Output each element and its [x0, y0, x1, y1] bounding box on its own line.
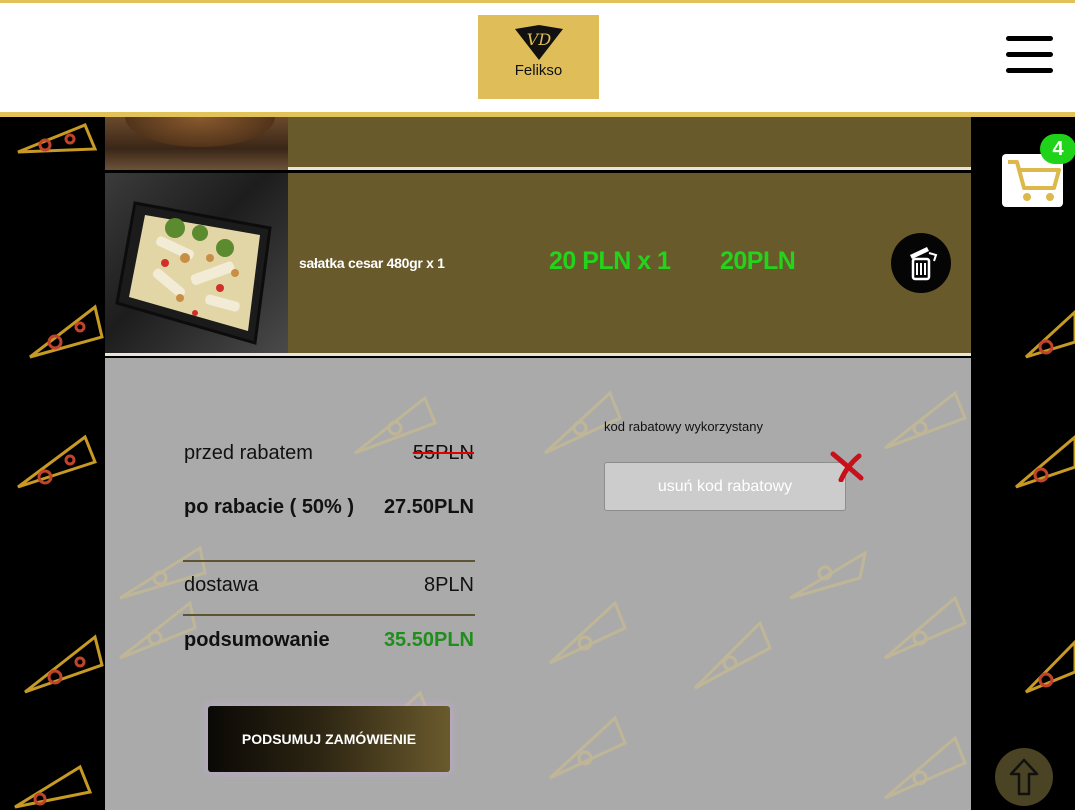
site-header: VD Felikso — [0, 0, 1075, 117]
remove-item-button[interactable] — [891, 233, 951, 293]
previous-item-photo — [105, 117, 288, 170]
item-name: sałatka cesar 480gr x 1 — [299, 255, 445, 271]
summary-divider — [183, 614, 475, 616]
hamburger-bar — [1006, 52, 1053, 57]
checkout-button[interactable]: PODSUMUJ ZAMÓWIENIE — [208, 706, 450, 772]
salad-photo-icon — [115, 201, 272, 345]
scroll-to-top-button[interactable] — [995, 748, 1053, 806]
pizza-pattern-left — [14, 123, 104, 809]
order-summary-panel: przed rabatem 55PLN po rabacie ( 50% ) 2… — [105, 358, 971, 810]
brand-logo[interactable]: VD Felikso — [478, 15, 599, 99]
total-label: podsumowanie — [184, 629, 330, 651]
delivery-label: dostawa — [184, 574, 259, 596]
hamburger-bar — [1006, 68, 1053, 73]
svg-text:VD: VD — [526, 30, 551, 49]
item-unit-price: 20 PLN x 1 — [549, 247, 671, 275]
coupon-status-label: kod rabatowy wykorzystany — [604, 419, 763, 434]
after-discount-value: 27.50PLN — [383, 496, 474, 518]
delivery-row: dostawa 8PLN — [184, 574, 474, 597]
trash-icon — [910, 247, 938, 281]
close-x-icon[interactable] — [827, 450, 865, 482]
hamburger-menu-button[interactable] — [1006, 36, 1053, 80]
after-discount-label: po rabacie ( 50% ) — [184, 496, 355, 518]
hamburger-icon — [1006, 36, 1053, 41]
order-item: sałatka cesar 480gr x 1 20 PLN x 1 20PLN — [105, 173, 971, 356]
before-discount-row: przed rabatem 55PLN — [184, 442, 474, 465]
remove-coupon-button[interactable]: usuń kod rabatowy — [604, 462, 846, 511]
after-discount-row: po rabacie ( 50% ) 27.50PLN — [184, 496, 474, 519]
before-discount-label: przed rabatem — [184, 442, 313, 464]
logo-shield-icon: VD — [514, 25, 563, 60]
cart-count-badge: 4 — [1040, 134, 1075, 164]
brand-name: Felikso — [514, 62, 563, 79]
total-row: podsumowanie 35.50PLN — [184, 629, 474, 652]
delivery-value: 8PLN — [423, 574, 474, 596]
total-value: 35.50PLN — [383, 629, 474, 651]
summary-divider — [183, 560, 475, 562]
item-photo — [105, 173, 288, 353]
item-total-price: 20PLN — [720, 247, 796, 275]
arrow-up-icon — [1009, 758, 1039, 796]
before-discount-value: 55PLN — [412, 442, 474, 464]
pizza-pattern-right — [1015, 309, 1075, 694]
order-item-previous — [105, 117, 971, 170]
cart-content: sałatka cesar 480gr x 1 20 PLN x 1 20PLN — [105, 117, 971, 810]
